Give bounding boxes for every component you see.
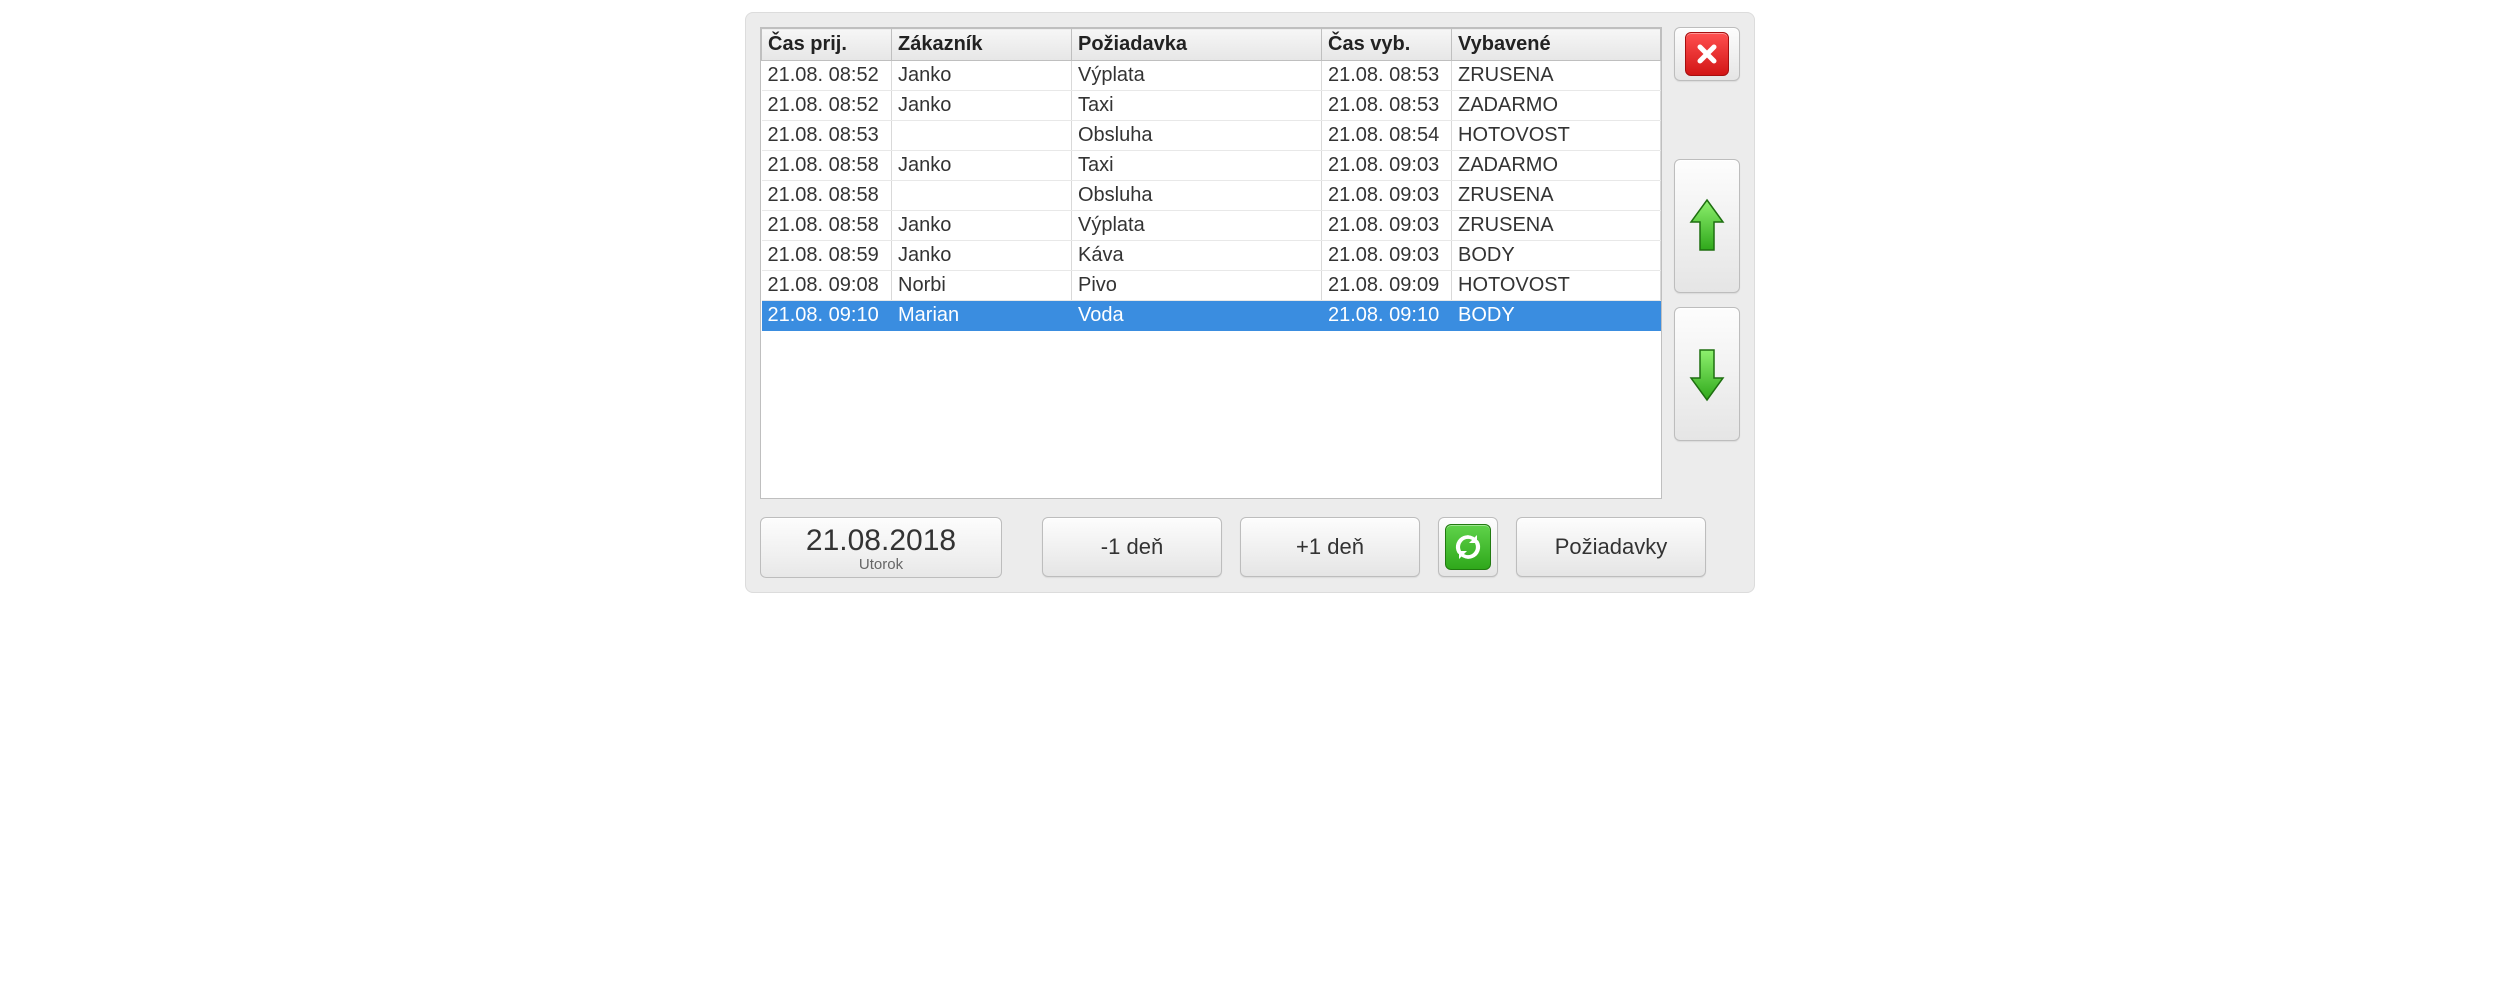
table-cell: 21.08. 09:03 (1322, 181, 1452, 211)
table-cell: Janko (892, 151, 1072, 181)
requests-table: Čas prij. Zákazník Požiadavka Čas vyb. V… (761, 28, 1661, 331)
bottom-row: 21.08.2018 Utorok -1 deň +1 deň Požiadav… (760, 517, 1740, 578)
table-row[interactable]: 21.08. 08:59JankoKáva21.08. 09:03BODY (762, 241, 1661, 271)
main-panel: Čas prij. Zákazník Požiadavka Čas vyb. V… (745, 12, 1755, 593)
date-value: 21.08.2018 (761, 524, 1001, 558)
table-cell: ZADARMO (1452, 151, 1661, 181)
table-row[interactable]: 21.08. 09:10MarianVoda21.08. 09:10BODY (762, 301, 1661, 331)
table-row[interactable]: 21.08. 08:58JankoTaxi21.08. 09:03ZADARMO (762, 151, 1661, 181)
table-cell: ZRUSENA (1452, 61, 1661, 91)
col-header-status[interactable]: Vybavené (1452, 29, 1661, 61)
table-cell: 21.08. 08:52 (762, 61, 892, 91)
plus-day-label: +1 deň (1296, 534, 1364, 560)
table-cell: 21.08. 08:58 (762, 181, 892, 211)
minus-day-label: -1 deň (1101, 534, 1163, 560)
table-cell: Výplata (1072, 211, 1322, 241)
table-cell: 21.08. 09:03 (1322, 241, 1452, 271)
table-cell: 21.08. 09:08 (762, 271, 892, 301)
table-cell: Obsluha (1072, 181, 1322, 211)
requests-label: Požiadavky (1555, 534, 1668, 560)
side-buttons (1674, 27, 1740, 499)
close-button[interactable] (1674, 27, 1740, 81)
table-cell: ZRUSENA (1452, 211, 1661, 241)
table-cell: Norbi (892, 271, 1072, 301)
plus-day-button[interactable]: +1 deň (1240, 517, 1420, 577)
table-cell: ZRUSENA (1452, 181, 1661, 211)
scroll-down-button[interactable] (1674, 307, 1740, 441)
col-header-time-received[interactable]: Čas prij. (762, 29, 892, 61)
table-cell: Janko (892, 61, 1072, 91)
date-display[interactable]: 21.08.2018 Utorok (760, 517, 1002, 578)
table-cell: Marian (892, 301, 1072, 331)
table-cell: Výplata (1072, 61, 1322, 91)
col-header-customer[interactable]: Zákazník (892, 29, 1072, 61)
table-cell: 21.08. 08:54 (1322, 121, 1452, 151)
table-cell: Pivo (1072, 271, 1322, 301)
refresh-button[interactable] (1438, 517, 1498, 577)
table-body: 21.08. 08:52JankoVýplata21.08. 08:53ZRUS… (762, 61, 1661, 331)
top-row: Čas prij. Zákazník Požiadavka Čas vyb. V… (760, 27, 1740, 499)
table-cell: 21.08. 08:58 (762, 211, 892, 241)
refresh-icon (1445, 524, 1491, 570)
table-cell: 21.08. 09:09 (1322, 271, 1452, 301)
date-weekday: Utorok (761, 556, 1001, 573)
table-cell: Janko (892, 91, 1072, 121)
table-cell: 21.08. 09:03 (1322, 211, 1452, 241)
scroll-up-button[interactable] (1674, 159, 1740, 293)
col-header-time-handled[interactable]: Čas vyb. (1322, 29, 1452, 61)
table-row[interactable]: 21.08. 08:52JankoTaxi21.08. 08:53ZADARMO (762, 91, 1661, 121)
table-cell: BODY (1452, 301, 1661, 331)
close-icon (1685, 32, 1729, 76)
arrow-down-icon (1689, 344, 1725, 404)
requests-button[interactable]: Požiadavky (1516, 517, 1706, 577)
table-row[interactable]: 21.08. 09:08NorbiPivo21.08. 09:09HOTOVOS… (762, 271, 1661, 301)
table-cell: Taxi (1072, 91, 1322, 121)
table-cell (892, 181, 1072, 211)
table-row[interactable]: 21.08. 08:53 Obsluha21.08. 08:54HOTOVOST (762, 121, 1661, 151)
table-cell: ZADARMO (1452, 91, 1661, 121)
arrow-up-icon (1689, 196, 1725, 256)
table-cell: 21.08. 08:52 (762, 91, 892, 121)
table-cell: 21.08. 08:58 (762, 151, 892, 181)
table-cell: 21.08. 08:53 (1322, 91, 1452, 121)
table-cell (892, 121, 1072, 151)
table-cell: Janko (892, 211, 1072, 241)
col-header-request[interactable]: Požiadavka (1072, 29, 1322, 61)
table-cell: Obsluha (1072, 121, 1322, 151)
table-row[interactable]: 21.08. 08:58 Obsluha21.08. 09:03ZRUSENA (762, 181, 1661, 211)
side-spacer (1674, 95, 1740, 145)
table-cell: 21.08. 08:59 (762, 241, 892, 271)
table-cell: BODY (1452, 241, 1661, 271)
table-cell: Janko (892, 241, 1072, 271)
table-cell: 21.08. 09:10 (762, 301, 892, 331)
table-cell: Voda (1072, 301, 1322, 331)
minus-day-button[interactable]: -1 deň (1042, 517, 1222, 577)
table-cell: HOTOVOST (1452, 121, 1661, 151)
table-cell: 21.08. 08:53 (762, 121, 892, 151)
table-cell: HOTOVOST (1452, 271, 1661, 301)
table-row[interactable]: 21.08. 08:58JankoVýplata21.08. 09:03ZRUS… (762, 211, 1661, 241)
table-cell: 21.08. 09:03 (1322, 151, 1452, 181)
table-cell: 21.08. 09:10 (1322, 301, 1452, 331)
table-cell: Taxi (1072, 151, 1322, 181)
table-cell: Káva (1072, 241, 1322, 271)
table-header-row: Čas prij. Zákazník Požiadavka Čas vyb. V… (762, 29, 1661, 61)
requests-table-wrap: Čas prij. Zákazník Požiadavka Čas vyb. V… (760, 27, 1662, 499)
table-cell: 21.08. 08:53 (1322, 61, 1452, 91)
table-row[interactable]: 21.08. 08:52JankoVýplata21.08. 08:53ZRUS… (762, 61, 1661, 91)
